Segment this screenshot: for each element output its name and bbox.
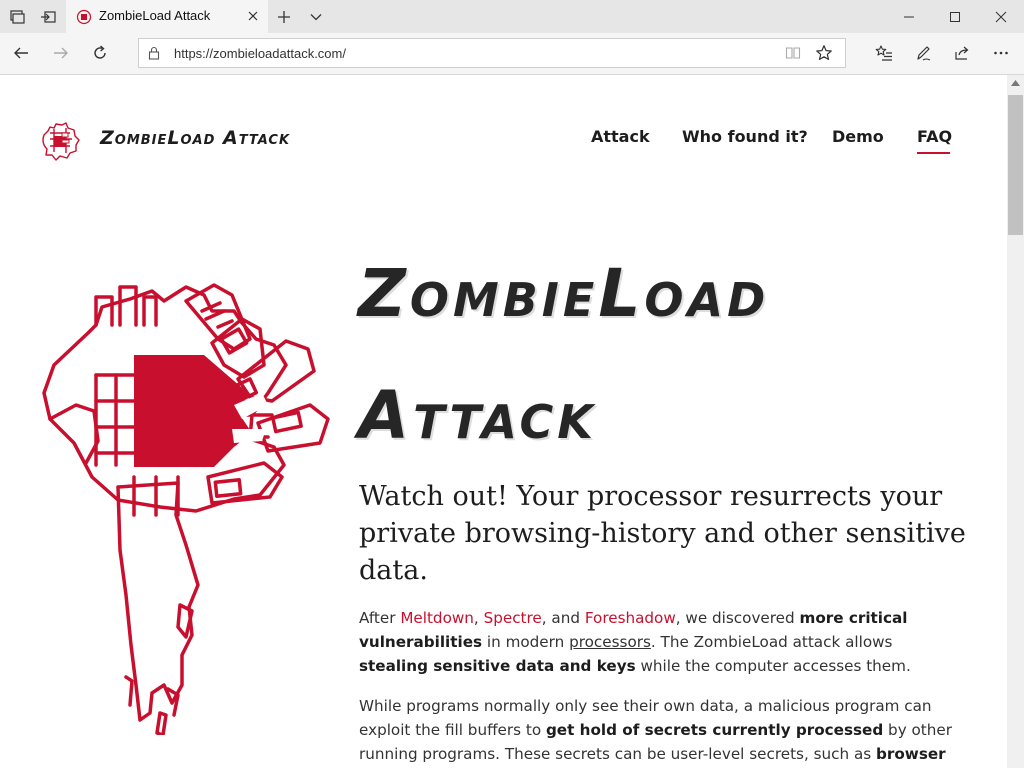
text-segment: . The ZombieLoad attack allows xyxy=(650,633,893,651)
share-button[interactable] xyxy=(950,41,974,65)
text-segment: , xyxy=(473,609,484,627)
refresh-button[interactable] xyxy=(88,41,112,65)
active-tab[interactable]: ZombieLoad Attack xyxy=(66,0,268,33)
description-paragraph: While programs normally only see their o… xyxy=(359,694,959,766)
zombieload-favicon-icon xyxy=(76,9,92,25)
text-segment: in modern xyxy=(482,633,570,651)
url-text: https://zombieloadattack.com/ xyxy=(174,46,346,61)
nav-active-underline xyxy=(917,152,950,154)
forward-button[interactable] xyxy=(49,41,73,65)
nav-attack[interactable]: Attack xyxy=(591,127,650,146)
lock-icon xyxy=(148,46,160,60)
favorites-list-icon xyxy=(875,45,892,61)
page-scrollbar[interactable] xyxy=(1007,75,1024,768)
address-bar[interactable]: https://zombieloadattack.com/ xyxy=(138,38,846,68)
new-tab-icon[interactable] xyxy=(273,6,295,28)
tab-close-icon[interactable] xyxy=(246,9,260,23)
tab-preview-chevron-icon[interactable] xyxy=(305,6,327,28)
hero-title-line-1: ZombieLoad xyxy=(358,255,770,332)
text-segment: After xyxy=(359,609,401,627)
text-segment: while the computer accesses them. xyxy=(635,657,911,675)
link-spectre[interactable]: Spectre xyxy=(484,609,542,627)
maximize-button[interactable] xyxy=(932,0,978,33)
nav-demo[interactable]: Demo xyxy=(832,127,884,146)
text-segment: , we discovered xyxy=(675,609,800,627)
intro-paragraph: After Meltdown, Spectre, and Foreshadow,… xyxy=(359,606,959,678)
set-aside-tabs-icon[interactable] xyxy=(37,6,59,28)
minimize-icon xyxy=(904,16,914,17)
web-notes-button[interactable] xyxy=(911,41,935,65)
scroll-up-arrow-icon[interactable] xyxy=(1011,80,1020,86)
minimize-button[interactable] xyxy=(886,0,932,33)
nav-faq[interactable]: FAQ xyxy=(917,127,952,146)
site-name[interactable]: ZombieLoad Attack xyxy=(100,127,290,149)
scrollbar-thumb[interactable] xyxy=(1008,95,1023,235)
link-meltdown[interactable]: Meltdown xyxy=(400,609,474,627)
tab-bar: ZombieLoad Attack xyxy=(0,0,1024,33)
refresh-icon xyxy=(94,45,106,59)
tab-title: ZombieLoad Attack xyxy=(99,8,211,23)
favorite-star-icon[interactable] xyxy=(815,44,833,62)
forward-arrow-icon xyxy=(54,47,68,59)
back-arrow-icon xyxy=(14,47,28,59)
address-toolbar: https://zombieloadattack.com/ xyxy=(0,33,1024,75)
bold-text: browser xyxy=(876,745,946,763)
more-button[interactable] xyxy=(989,41,1013,65)
share-icon xyxy=(955,46,969,60)
bold-text: get hold of secrets currently processed xyxy=(545,721,884,739)
reading-view-icon[interactable] xyxy=(785,45,801,61)
tab-list-icon[interactable] xyxy=(6,6,28,28)
close-window-button[interactable] xyxy=(978,0,1024,33)
back-button[interactable] xyxy=(9,41,33,65)
close-icon xyxy=(995,11,1007,22)
more-icon xyxy=(994,51,1008,55)
hero-tagline: Watch out! Your processor resurrects you… xyxy=(359,481,966,586)
zombieload-logo-icon[interactable] xyxy=(38,119,82,163)
pen-icon xyxy=(917,46,931,61)
nav-who-found-it[interactable]: Who found it? xyxy=(682,127,808,146)
maximize-icon xyxy=(950,11,960,22)
hero-title-line-2: Attack xyxy=(358,377,597,454)
hero-title: ZombieLoad Attack xyxy=(358,233,998,477)
text-segment: , and xyxy=(541,609,585,627)
link-processors[interactable]: processors xyxy=(569,633,651,651)
page-viewport: ZombieLoad Attack Attack Who found it? D… xyxy=(0,75,1007,768)
zombie-hand-chip-illustration xyxy=(42,283,330,735)
link-foreshadow[interactable]: Foreshadow xyxy=(585,609,676,627)
bold-text: stealing sensitive data and keys xyxy=(359,657,636,675)
favorites-button[interactable] xyxy=(872,41,896,65)
